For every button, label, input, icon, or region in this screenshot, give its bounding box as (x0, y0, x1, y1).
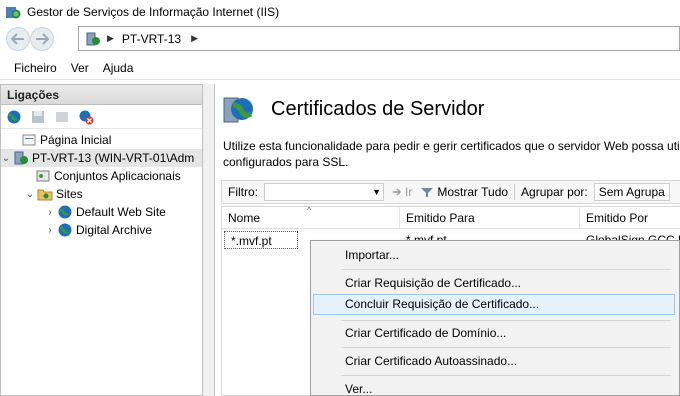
forward-button[interactable] (30, 27, 54, 51)
menu-help[interactable]: Ajuda (96, 61, 141, 75)
group-by-select[interactable]: Sem Agrupa (593, 183, 670, 201)
app-pool-icon (36, 170, 50, 182)
chevron-down-icon[interactable]: ⌄ (1, 153, 11, 164)
menu-divider (341, 347, 671, 348)
tree-site-default[interactable]: › Default Web Site (45, 203, 166, 221)
menu-file[interactable]: Ficheiro (7, 61, 64, 75)
tree-sites[interactable]: ⌄ Sites (25, 185, 83, 203)
start-page-icon (22, 134, 36, 146)
pane-splitter[interactable] (203, 84, 214, 396)
chevron-down-icon[interactable]: ▼ (372, 187, 381, 197)
globe-icon (58, 205, 72, 219)
tree-start-page[interactable]: Página Inicial (9, 131, 111, 149)
tree-site-archive[interactable]: › Digital Archive (45, 221, 152, 239)
folder-icon (37, 189, 53, 201)
tree-server[interactable]: ⌄ PT-VRT-13 (WIN-VRT-01\Adm (1, 149, 202, 167)
column-header-issued-to[interactable]: Emitido Para (400, 207, 580, 229)
globe-icon (7, 110, 21, 123)
menu-bar: Ficheiro Ver Ajuda (0, 56, 680, 80)
breadcrumb-server[interactable]: PT-VRT-13 (122, 32, 181, 46)
show-all-icon (421, 188, 434, 197)
chevron-down-icon[interactable]: ⌄ (25, 189, 35, 200)
menu-view[interactable]: Ver (64, 61, 96, 75)
connect-button[interactable] (5, 108, 23, 126)
save-icon (32, 110, 44, 123)
group-by-label: Agrupar por: (521, 185, 588, 199)
up-button[interactable] (53, 108, 71, 126)
save-button[interactable] (29, 108, 47, 126)
window-title: Gestor de Serviços de Informação Interne… (27, 5, 280, 19)
title-bar: Gestor de Serviços de Informação Interne… (0, 0, 680, 24)
back-arrow-icon (11, 33, 24, 45)
address-box[interactable]: ▶ PT-VRT-13 ▶ (78, 26, 680, 51)
forward-arrow-icon (36, 33, 49, 45)
menu-divider (341, 375, 671, 376)
iis-app-icon (6, 7, 21, 19)
menu-item-create-request[interactable]: Criar Requisição de Certificado... (313, 273, 675, 294)
column-header-name[interactable]: ^ Nome (222, 205, 400, 229)
connections-pane: Ligações Página Inicial ⌄ PT-VRT-13 (WIN… (0, 84, 203, 396)
connections-tree: Página Inicial ⌄ PT-VRT-13 (WIN-VRT-01\A… (1, 129, 202, 237)
menu-item-view[interactable]: Ver... (313, 379, 675, 396)
certificate-server-icon (223, 97, 253, 123)
column-header-issued-by[interactable]: Emitido Por (580, 207, 680, 229)
menu-item-complete-request[interactable]: Concluir Requisição de Certificado... (313, 294, 675, 315)
server-icon (86, 32, 100, 45)
toolbar-divider (514, 184, 516, 200)
cell-name: *.mvf.pt (224, 231, 298, 249)
filter-input[interactable]: ▼ (264, 183, 384, 201)
menu-item-create-domain-cert[interactable]: Criar Certificado de Domínio... (313, 323, 675, 344)
page-title: Certificados de Servidor (271, 97, 485, 120)
breadcrumb-separator-end[interactable]: ▶ (191, 33, 198, 44)
up-icon (56, 111, 68, 122)
context-menu: Importar... Criar Requisição de Certific… (310, 240, 680, 396)
address-bar: ▶ PT-VRT-13 ▶ (0, 24, 680, 54)
go-icon (393, 188, 402, 196)
filter-label: Filtro: (228, 185, 258, 199)
menu-item-import[interactable]: Importar... (313, 245, 675, 266)
menu-item-create-self-signed[interactable]: Criar Certificado Autoassinado... (313, 351, 675, 372)
chevron-right-icon[interactable]: › (45, 207, 55, 218)
breadcrumb-separator[interactable]: ▶ (107, 33, 114, 44)
menu-divider (341, 320, 671, 321)
server-icon (14, 151, 28, 165)
sort-ascending-icon: ^ (307, 205, 312, 215)
table-header: ^ Nome Emitido Para Emitido Por (222, 205, 680, 229)
disconnect-button[interactable] (77, 108, 95, 126)
show-all-button[interactable]: Mostrar Tudo (420, 185, 508, 199)
disconnect-icon (79, 110, 94, 124)
menu-divider (341, 269, 671, 270)
feature-heading: Certificados de Servidor (221, 92, 484, 126)
tree-app-pools[interactable]: Conjuntos Aplicacionais (23, 167, 181, 185)
feature-description: Utilize esta funcionalidade para pedir e… (223, 139, 680, 169)
connections-toolbar (1, 105, 202, 129)
connections-header: Ligações (1, 85, 202, 105)
globe-icon (58, 223, 72, 237)
go-button[interactable]: Ir (392, 185, 412, 199)
back-button[interactable] (6, 27, 30, 51)
chevron-right-icon[interactable]: › (45, 225, 55, 236)
filter-bar: Filtro: ▼ Ir Mostrar Tudo Agrupar por: S… (221, 180, 680, 204)
